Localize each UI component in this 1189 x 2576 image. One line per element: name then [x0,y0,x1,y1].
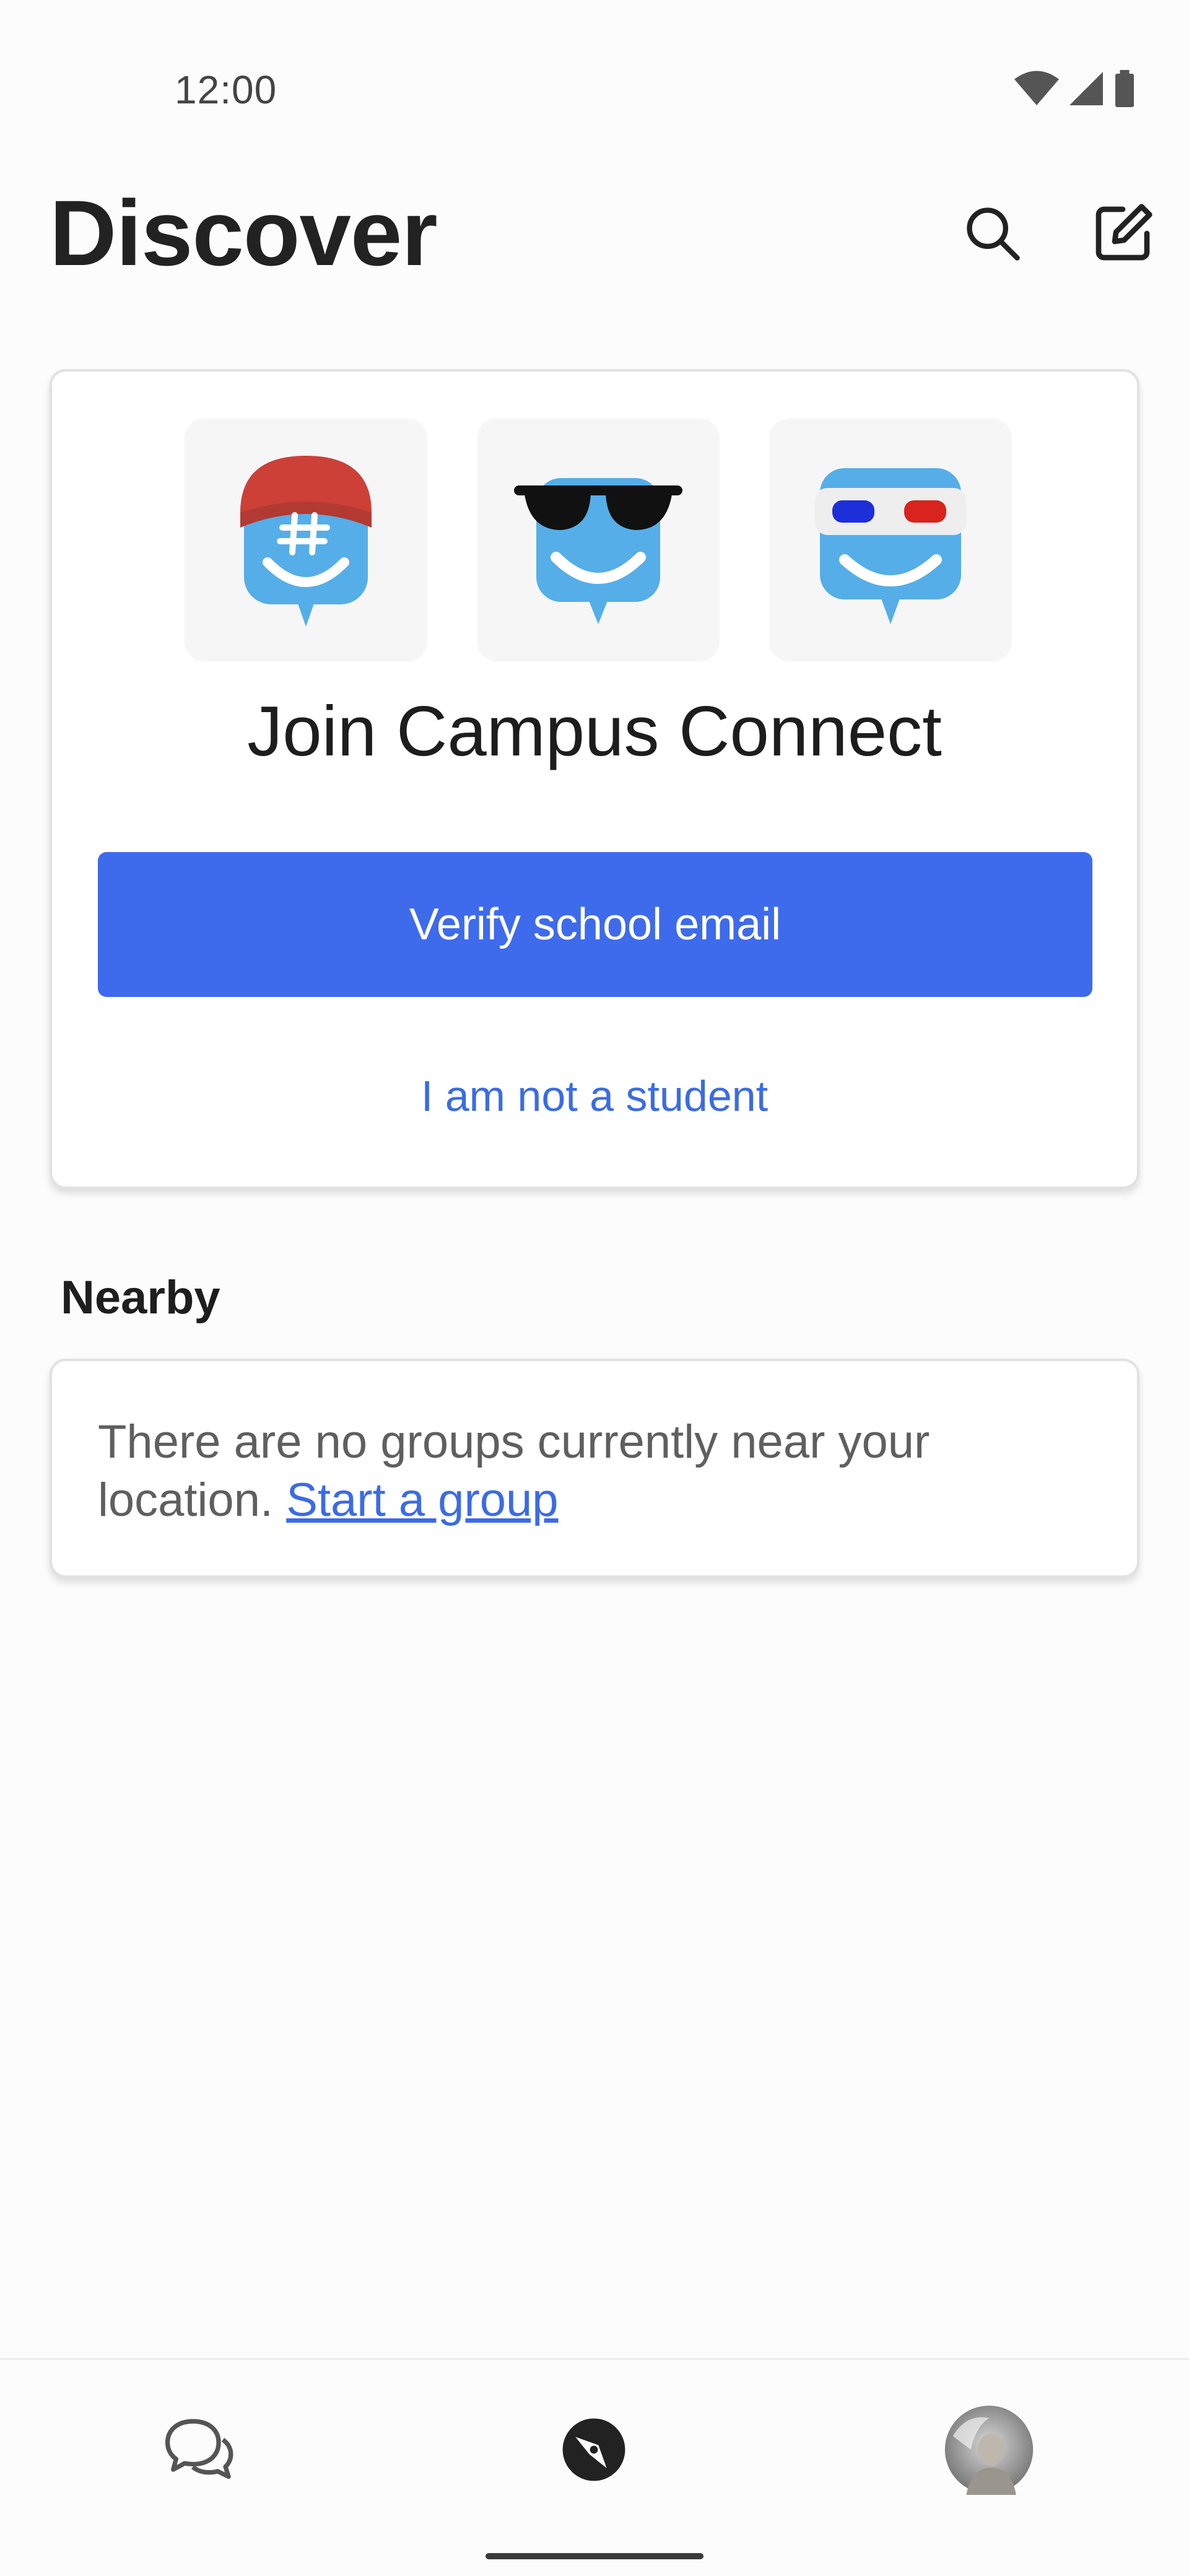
sunglasses-mascot-icon [514,478,682,624]
cellular-signal-icon [1069,72,1103,105]
nearby-card: There are no groups currently near your … [50,1359,1139,1578]
page-title: Discover [50,181,438,285]
status-icons [1014,69,1136,108]
nearby-section-title: Nearby [61,1271,220,1324]
discover-tab[interactable] [547,2403,640,2496]
status-time: 12:00 [175,67,277,112]
verify-school-email-button[interactable]: Verify school email [98,852,1092,997]
discover-compass-icon [562,2418,625,2481]
start-group-link[interactable]: Start a group [286,1474,558,1526]
profile-tab[interactable] [943,2403,1035,2496]
red-cap-mascot-tile [185,419,427,661]
chats-icon [165,2419,233,2479]
wifi-icon [1014,71,1059,105]
not-a-student-link[interactable]: I am not a student [52,1071,1137,1121]
red-cap-mascot-icon [240,456,372,627]
3d-glasses-mascot-icon [815,468,966,624]
search-icon[interactable] [959,199,1027,268]
profile-avatar [944,2405,1034,2495]
discover-screen: 12:00 Discover Join Campus Connect Verif… [0,0,1189,2576]
compose-icon[interactable] [1089,199,1157,268]
mascot-avatars [185,419,1012,661]
3d-glasses-mascot-tile [769,419,1012,661]
battery-icon [1115,70,1134,107]
sunglasses-mascot-tile [477,419,720,661]
chats-tab[interactable] [152,2403,245,2496]
join-campus-card: Join Campus Connect Verify school email … [50,369,1139,1189]
nearby-empty-message: There are no groups currently near your … [98,1413,1089,1530]
home-indicator[interactable] [486,2553,703,2559]
join-title: Join Campus Connect [247,692,942,771]
bottom-navigation [0,2358,1189,2576]
